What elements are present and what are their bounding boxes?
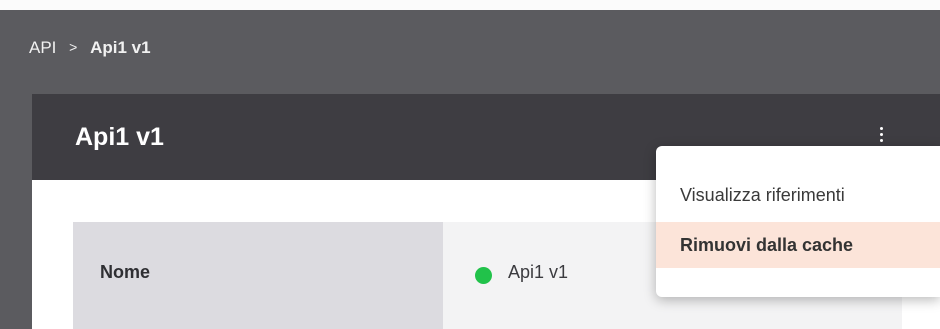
- menu-item-clear-cache[interactable]: Rimuovi dalla cache: [656, 222, 940, 268]
- kebab-dot: [880, 139, 883, 142]
- detail-label-cell: Nome: [73, 222, 443, 329]
- kebab-dot: [880, 127, 883, 130]
- breadcrumb: API > Api1 v1: [29, 38, 151, 58]
- kebab-dot: [880, 133, 883, 136]
- breadcrumb-current: Api1 v1: [90, 38, 151, 57]
- page-title: Api1 v1: [75, 123, 164, 151]
- detail-value-name: Api1 v1: [508, 262, 569, 282]
- breadcrumb-separator-icon: >: [69, 39, 78, 55]
- app-window: API > Api1 v1 Api1 v1 Nome Api1 v1 Visua…: [0, 0, 940, 329]
- actions-dropdown-menu: Visualizza riferimenti Rimuovi dalla cac…: [656, 146, 940, 297]
- detail-label-name: Nome: [100, 262, 151, 282]
- breadcrumb-root-link[interactable]: API: [29, 38, 56, 57]
- status-dot-icon: [475, 267, 492, 284]
- menu-item-view-references[interactable]: Visualizza riferimenti: [656, 172, 940, 218]
